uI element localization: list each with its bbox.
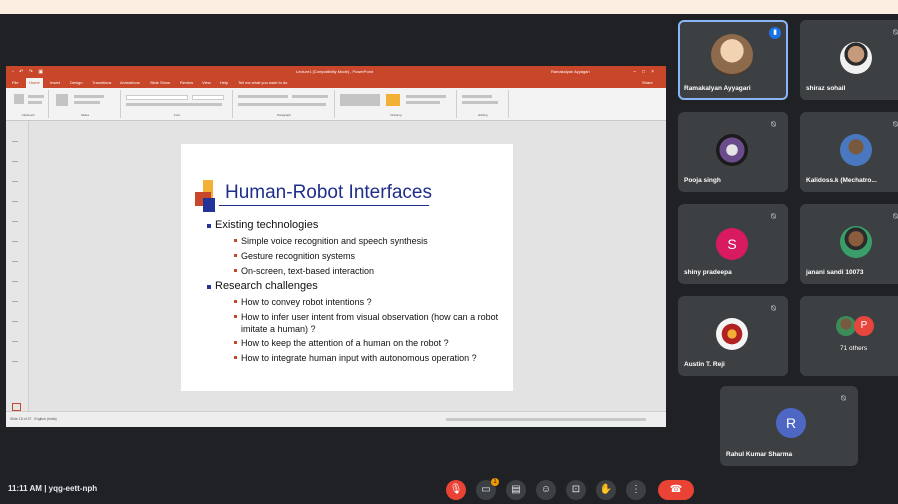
participant-name: Ramakalyan Ayyagari xyxy=(684,85,751,92)
tab-animations[interactable]: Animations xyxy=(120,78,140,88)
avatar xyxy=(716,318,748,350)
others-tile[interactable]: P 71 others xyxy=(800,296,898,376)
mic-muted-icon: ⍉ xyxy=(771,212,776,221)
ribbon-caption: Slides xyxy=(80,113,90,117)
avatar xyxy=(840,226,872,258)
slide-decoration xyxy=(195,180,217,214)
ribbon-group-clipboard[interactable]: Clipboard xyxy=(8,90,49,118)
tab-transitions[interactable]: Transitions xyxy=(92,78,111,88)
share-button[interactable]: Share xyxy=(642,78,653,88)
tab-insert[interactable]: Insert xyxy=(50,78,60,88)
tab-help[interactable]: Help xyxy=(220,78,228,88)
ribbon-caption: Paragraph xyxy=(276,113,291,117)
tab-file[interactable]: File xyxy=(12,78,18,88)
avatar: R xyxy=(776,408,806,438)
avatar xyxy=(840,134,872,166)
participant-tile[interactable]: S ⍉ shiny pradeepa xyxy=(678,204,788,284)
participant-name: shiraz sohail xyxy=(806,85,846,92)
bullet-item: Simple voice recognition and speech synt… xyxy=(234,235,506,247)
tab-review[interactable]: Review xyxy=(180,78,193,88)
window-controls[interactable]: –□× xyxy=(633,66,660,78)
slide: Human-Robot Interfaces Existing technolo… xyxy=(181,144,513,391)
present-button[interactable]: ⊡ xyxy=(566,480,586,500)
avatar xyxy=(836,316,856,336)
participant-tile[interactable]: ⍉ shiraz sohail xyxy=(800,20,898,100)
ppt-window-title: Lecture1 [Compatibility Mode] - PowerPoi… xyxy=(296,69,373,74)
notification-badge: 1 xyxy=(491,478,499,486)
leave-call-button[interactable]: ☎ xyxy=(658,480,694,500)
ppt-titlebar: ▫ ↶ ↷ ▣ Lecture1 [Compatibility Mode] - … xyxy=(6,66,666,78)
bullet-item: How to convey robot intentions ? xyxy=(234,296,506,308)
info-separator: | xyxy=(44,484,47,493)
slide-title: Human-Robot Interfaces xyxy=(225,182,432,203)
title-underline xyxy=(219,205,429,206)
section-heading: Research challenges xyxy=(207,280,318,292)
ribbon-group-font[interactable]: Font xyxy=(122,90,233,118)
participant-tile[interactable]: ⍉ Pooja singh xyxy=(678,112,788,192)
ribbon-group-slides[interactable]: Slides xyxy=(50,90,121,118)
participant-name: shiny pradeepa xyxy=(684,269,732,276)
participant-tile[interactable]: ⍉ janani sandi 10073 xyxy=(800,204,898,284)
ribbon-caption: Drawing xyxy=(390,113,402,117)
ribbon-caption: Font xyxy=(173,113,180,117)
mic-muted-icon: ⍉ xyxy=(841,394,846,403)
participant-name: Austin T. Reji xyxy=(684,361,725,368)
status-slide-count: Slide 15 of 37 English (India) xyxy=(10,417,57,421)
tab-slide-show[interactable]: Slide Show xyxy=(150,78,170,88)
tab-view[interactable]: View xyxy=(202,78,211,88)
quick-access-toolbar[interactable]: ▫ ↶ ↷ ▣ xyxy=(12,66,45,78)
ppt-signed-in-user[interactable]: Ramakalyan Ayyagari xyxy=(551,66,590,78)
emoji-button[interactable]: ☺ xyxy=(536,480,556,500)
tell-me-box[interactable]: Tell me what you want to do xyxy=(238,78,287,88)
top-band xyxy=(0,0,898,14)
participant-name: Rahul Kumar Sharma xyxy=(726,451,793,458)
raise-hand-button[interactable]: ✋ xyxy=(596,480,616,500)
avatar xyxy=(711,34,753,76)
mic-muted-icon: ⍉ xyxy=(893,28,898,37)
ribbon-caption: Clipboard xyxy=(21,113,35,117)
avatar xyxy=(840,42,872,74)
participant-name: janani sandi 10073 xyxy=(806,269,864,276)
ribbon-caption: Editing xyxy=(478,113,488,117)
avatar xyxy=(716,134,748,166)
participant-name: Pooja singh xyxy=(684,177,721,184)
participant-tile[interactable]: ▮ Ramakalyan Ayyagari xyxy=(678,20,788,100)
bullet-item: How to integrate human input with autono… xyxy=(234,352,506,364)
bottom-bar: 11:11 AM | yqg-eett-nph 🎙 ▭ 1 ▤ ☺ ⊡ ✋ ⋮ … xyxy=(0,478,898,504)
participant-name: Kalidoss.k (Mechatro... xyxy=(806,177,877,184)
mic-muted-icon: ⍉ xyxy=(893,212,898,221)
avatar: S xyxy=(716,228,748,260)
bullet-item: Gesture recognition systems xyxy=(234,250,506,262)
slide-thumbnail-pane[interactable] xyxy=(6,121,29,411)
current-slide-marker xyxy=(12,403,21,411)
ribbon-group-drawing[interactable]: Drawing xyxy=(336,90,457,118)
bullet-item: How to infer user intent from visual obs… xyxy=(234,311,506,335)
mic-muted-icon: ⍉ xyxy=(893,120,898,129)
captions-button[interactable]: ▤ xyxy=(506,480,526,500)
bullet-item: How to keep the attention of a human on … xyxy=(234,337,506,349)
tab-design[interactable]: Design xyxy=(70,78,82,88)
zoom-slider[interactable] xyxy=(446,418,646,421)
status-bar: Slide 15 of 37 English (India) xyxy=(6,411,666,427)
participant-tile[interactable]: ⍉ Kalidoss.k (Mechatro... xyxy=(800,112,898,192)
speaking-indicator-icon: ▮ xyxy=(769,27,781,39)
clock-time: 11:11 AM xyxy=(8,484,42,493)
mic-muted-icon: ⍉ xyxy=(771,120,776,129)
tab-home[interactable]: Home xyxy=(26,78,43,88)
mic-toggle-button[interactable]: 🎙 xyxy=(446,480,466,500)
meeting-code: yqg-eett-nph xyxy=(48,484,98,493)
avatar: P xyxy=(854,316,874,336)
ribbon-group-editing[interactable]: Editing xyxy=(458,90,509,118)
participant-name: 71 others xyxy=(840,345,868,352)
participant-tile[interactable]: ⍉ Austin T. Reji xyxy=(678,296,788,376)
ribbon-tabs: File Home Insert Design Transitions Anim… xyxy=(6,78,666,88)
ribbon: Clipboard Slides Font Paragraph Drawing xyxy=(6,88,666,121)
more-options-button[interactable]: ⋮ xyxy=(626,480,646,500)
participant-tile[interactable]: R ⍉ Rahul Kumar Sharma xyxy=(720,386,858,466)
ribbon-group-paragraph[interactable]: Paragraph xyxy=(234,90,335,118)
section-heading: Existing technologies xyxy=(206,219,319,231)
meeting-info: 11:11 AM | yqg-eett-nph xyxy=(8,484,97,493)
mic-muted-icon: ⍉ xyxy=(771,304,776,313)
bullet-item: On-screen, text-based interaction xyxy=(234,265,506,277)
